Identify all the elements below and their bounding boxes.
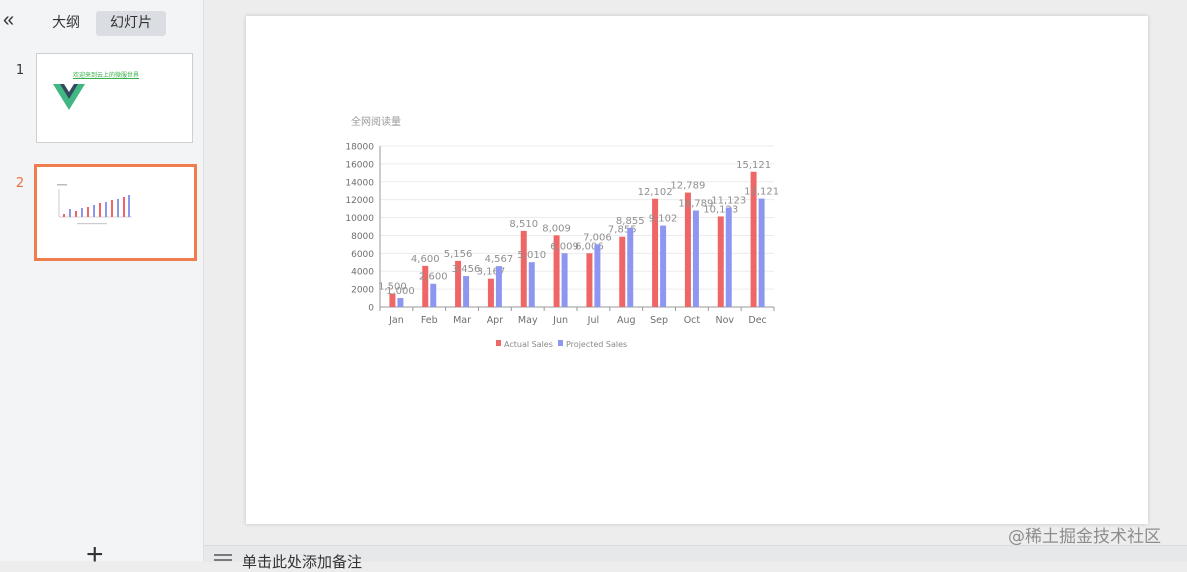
- watermark: @稀土掘金技术社区: [1008, 527, 1161, 547]
- data-label: 2,600: [419, 272, 448, 283]
- data-label: 6,009: [550, 241, 579, 252]
- y-tick-label: 2000: [351, 286, 374, 296]
- data-label: 8,855: [616, 216, 645, 227]
- bar-actual: [487, 278, 494, 307]
- slide-thumbnail-title: 欢迎来到云上的微服世界: [73, 72, 140, 79]
- data-label: 12,121: [744, 187, 779, 198]
- bar-projected: [430, 283, 437, 307]
- notes-placeholder: 单击此处添加备注: [242, 553, 363, 571]
- bar-projected: [660, 225, 667, 307]
- bar-projected: [463, 276, 470, 307]
- bar-actual: [520, 230, 527, 307]
- data-label: 4,600: [411, 254, 440, 265]
- x-tick-label: May: [518, 315, 538, 326]
- notes-bar[interactable]: 单击此处添加备注: [204, 545, 1187, 571]
- y-tick-label: 16000: [345, 160, 374, 170]
- chart-title: 全网阅读量: [351, 115, 401, 128]
- y-tick-label: 12000: [345, 196, 374, 206]
- data-label: 12,102: [638, 187, 673, 198]
- notes-menu-icon: [214, 554, 232, 561]
- bar-projected: [397, 298, 404, 307]
- data-label: 15,121: [736, 160, 771, 171]
- data-label: 5,156: [444, 249, 473, 260]
- chart-thumbnail-icon: [57, 184, 132, 225]
- x-tick-label: Jan: [388, 315, 404, 326]
- bar-actual: [717, 216, 724, 307]
- tab-slides[interactable]: 幻灯片: [96, 11, 166, 36]
- bar-projected: [692, 210, 699, 307]
- vue-logo-icon: [53, 84, 85, 110]
- data-label: 9,102: [649, 214, 678, 225]
- bar-projected: [594, 244, 601, 307]
- bar-chart: 全网阅读量 0 2000 4000 6000 8000 10000 12000 14000 160…: [345, 115, 779, 349]
- bar-projected: [725, 207, 732, 307]
- bar-actual: [586, 253, 593, 307]
- slides-panel: « 大纲 幻灯片 1 欢迎来到云上的微服世界 2 +: [0, 0, 204, 570]
- legend-label: Projected Sales: [566, 340, 627, 349]
- x-tick-label: Oct: [684, 315, 701, 326]
- data-label: 4,567: [485, 254, 514, 265]
- y-tick-label: 18000: [345, 143, 374, 153]
- bar-projected: [758, 198, 765, 307]
- data-label: 12,789: [670, 181, 705, 192]
- legend-swatch: [496, 340, 501, 346]
- y-tick-label: 8000: [351, 232, 374, 242]
- bar-projected: [627, 227, 634, 307]
- data-label: 3,456: [452, 264, 481, 275]
- data-label: 8,510: [509, 219, 538, 230]
- data-label: 1,000: [386, 286, 415, 297]
- x-tick-label: Aug: [617, 315, 636, 326]
- slide-number-2: 2: [15, 176, 25, 191]
- tab-outline[interactable]: 大纲: [42, 11, 90, 36]
- x-tick-label: Feb: [421, 315, 438, 326]
- slide-canvas[interactable]: 全网阅读量 0 2000 4000 6000 8000 10000 12000 14000 160…: [246, 16, 1148, 524]
- slide-thumbnail-2[interactable]: [34, 164, 197, 261]
- x-tick-label: Mar: [453, 315, 471, 326]
- collapse-panel-icon[interactable]: «: [3, 10, 21, 30]
- data-label: 10,789: [678, 198, 713, 209]
- slide-number-1: 1: [15, 63, 25, 78]
- legend-label: Actual Sales: [504, 340, 553, 349]
- y-tick-label: 14000: [345, 178, 374, 188]
- legend-swatch: [558, 340, 563, 346]
- slide-thumbnail-1[interactable]: 欢迎来到云上的微服世界: [36, 53, 193, 143]
- y-tick-label: 4000: [351, 268, 374, 278]
- bar-projected: [528, 262, 535, 307]
- data-label: 11,123: [711, 196, 746, 207]
- y-tick-label: 0: [368, 304, 374, 314]
- bar-actual: [619, 236, 626, 307]
- x-tick-label: Sep: [650, 315, 668, 326]
- y-tick-label: 10000: [345, 214, 374, 224]
- x-tick-label: Nov: [715, 315, 734, 326]
- bar-projected: [495, 266, 502, 307]
- x-tick-label: Apr: [487, 315, 504, 326]
- data-label: 7,006: [583, 232, 612, 243]
- y-tick-label: 6000: [351, 250, 374, 260]
- x-tick-label: Jul: [587, 315, 599, 326]
- x-tick-label: Jun: [552, 315, 568, 326]
- data-label: 5,010: [517, 250, 546, 261]
- data-label: 8,009: [542, 223, 571, 234]
- add-slide-button[interactable]: +: [86, 540, 104, 570]
- bar-projected: [561, 253, 568, 307]
- bar-actual: [684, 192, 691, 307]
- x-tick-label: Dec: [748, 315, 766, 326]
